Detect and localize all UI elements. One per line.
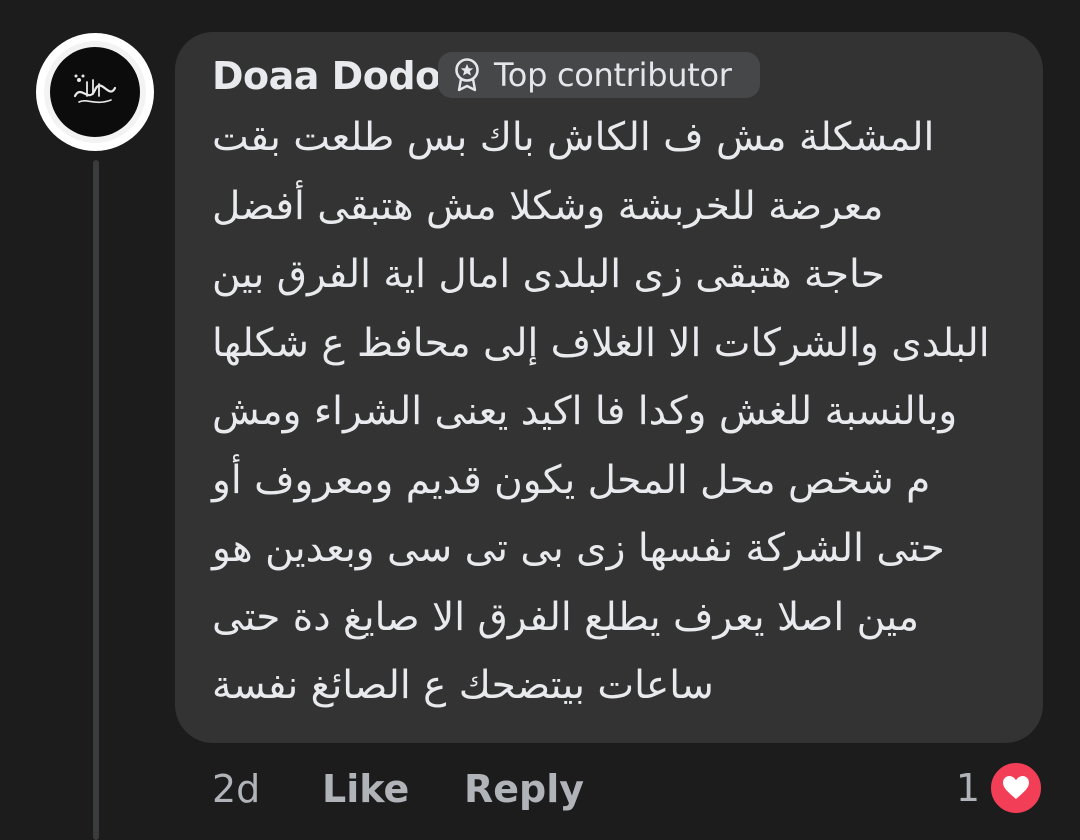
avatar[interactable] — [36, 33, 154, 151]
author-name[interactable]: Doaa Dodo — [212, 52, 441, 100]
comment-line: حاجة هتبقى زى البلدى امال اية الفرق بين — [212, 252, 885, 297]
comment-line: م شخص محل المحل يكون قديم ومعروف أو — [212, 457, 931, 503]
thread-line — [93, 160, 99, 840]
comment-line: معرضة للخربشة وشكلا مش هتبقى أفضل — [212, 183, 884, 229]
comment-line: المشكلة مش ف الكاش باك بس طلعت بقت — [212, 115, 935, 160]
avatar-ring — [44, 41, 146, 143]
comment-actions: 2d Like Reply — [212, 762, 584, 816]
reactions-summary[interactable]: 1 — [956, 760, 1044, 816]
comment-line: حتى الشركة نفسها زى بى تى سى وبعدين هو — [212, 526, 945, 571]
comment-line: البلدى والشركات الا الغلاف إلى محافظ ع ش… — [212, 320, 990, 366]
heart-icon — [988, 760, 1044, 816]
like-button[interactable]: Like — [322, 767, 464, 811]
comment-line: مين اصلا يعرف يطلع الفرق الا صايغ دة حتى — [212, 594, 919, 640]
reaction-count: 1 — [955, 766, 980, 810]
award-icon — [452, 58, 482, 92]
timestamp[interactable]: 2d — [212, 767, 322, 811]
reply-button[interactable]: Reply — [464, 767, 584, 811]
badge-label: Top contributor — [494, 56, 732, 94]
comment-line: ساعات بيتضحك ع الصائغ نفسة — [212, 663, 714, 708]
calligraphy-avatar-icon — [50, 47, 140, 137]
comment-line: وبالنسبة للغش وكدا فا اكيد يعنى الشراء و… — [212, 389, 958, 434]
top-contributor-badge[interactable]: Top contributor — [438, 52, 760, 98]
comment-text: المشكلة مش ف الكاش باك بس طلعت بقت معرضة… — [212, 104, 1012, 721]
